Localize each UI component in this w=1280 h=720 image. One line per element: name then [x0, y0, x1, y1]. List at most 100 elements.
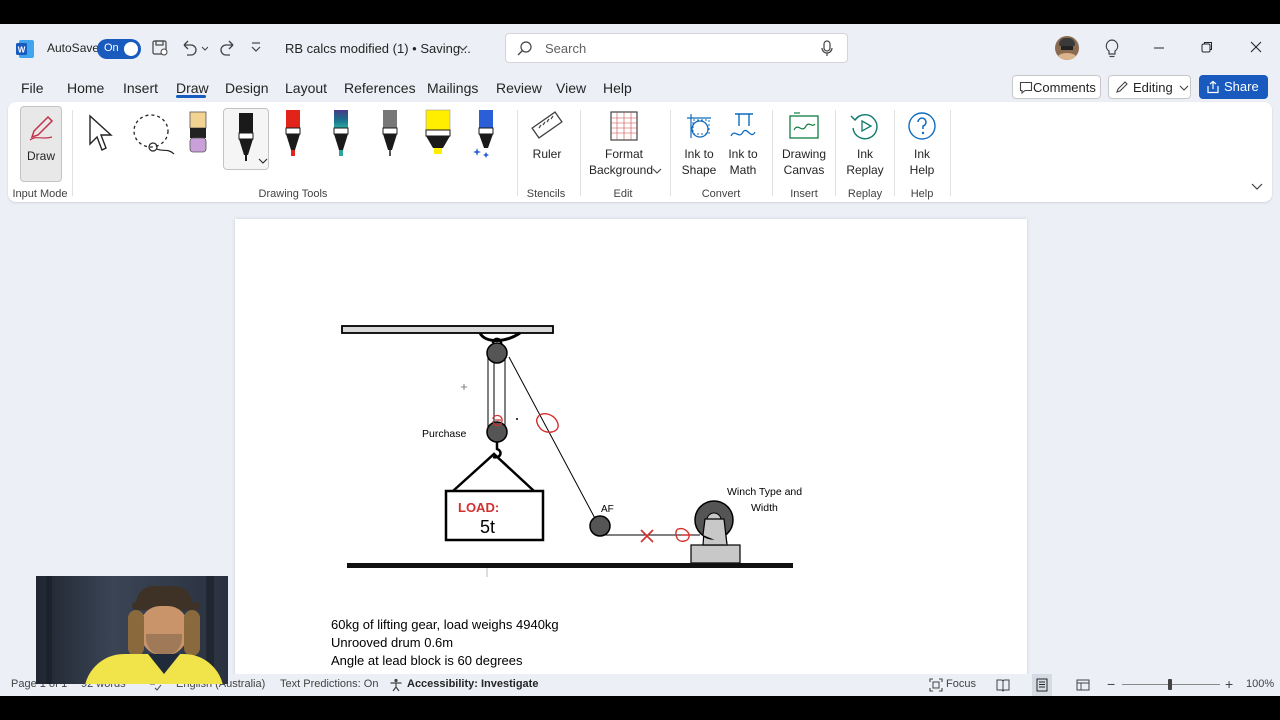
- load-label: LOAD:: [458, 500, 499, 515]
- highlighter-yellow-icon[interactable]: [423, 108, 453, 160]
- tab-layout[interactable]: Layout: [285, 80, 327, 96]
- tab-review[interactable]: Review: [496, 80, 542, 96]
- drawing-canvas-button[interactable]: Drawing Canvas: [778, 106, 830, 182]
- customize-toolbar-icon[interactable]: [250, 41, 262, 55]
- avatar[interactable]: [1055, 36, 1079, 60]
- lasso-select-icon[interactable]: [130, 112, 178, 158]
- read-mode-icon[interactable]: [996, 678, 1010, 692]
- pen-black-selected[interactable]: [223, 108, 269, 170]
- save-icon[interactable]: [151, 39, 169, 57]
- sling: [452, 452, 535, 492]
- draw-mode-button[interactable]: Draw: [20, 106, 62, 182]
- title-bar: W AutoSave On RB calcs modified (1) • Sa…: [0, 24, 1280, 72]
- eraser-pen-icon[interactable]: [186, 110, 210, 158]
- ruler-button[interactable]: Ruler: [524, 106, 570, 182]
- close-icon[interactable]: [1249, 40, 1263, 54]
- undo-icon[interactable]: [180, 39, 208, 57]
- ink-to-math-button[interactable]: Ink to Math: [722, 106, 764, 182]
- focus-icon[interactable]: [929, 678, 943, 692]
- chevron-down-icon: [258, 158, 268, 164]
- tab-view[interactable]: View: [556, 80, 586, 96]
- microphone-icon[interactable]: [820, 40, 834, 58]
- document-text-line[interactable]: Unrooved drum 0.6m: [331, 635, 453, 650]
- word-icon[interactable]: W: [16, 40, 34, 58]
- ribbon-collapse-icon[interactable]: [1251, 182, 1263, 192]
- ink-replay-button[interactable]: Ink Replay: [841, 106, 889, 182]
- tab-insert[interactable]: Insert: [123, 80, 158, 96]
- zoom-level[interactable]: 100%: [1246, 678, 1274, 690]
- pen-galaxy-icon[interactable]: [328, 108, 354, 160]
- ground-line: [347, 563, 793, 568]
- webcam-overlay: [36, 576, 228, 684]
- editing-mode-button[interactable]: Editing: [1108, 75, 1191, 99]
- svg-text:W: W: [18, 46, 26, 55]
- ink-to-shape-icon: [687, 114, 711, 138]
- pen-blue-glitter-icon[interactable]: [471, 108, 501, 160]
- share-icon: [1207, 80, 1219, 94]
- tab-references[interactable]: References: [344, 80, 416, 96]
- active-tab-indicator: [176, 95, 206, 98]
- document-title[interactable]: RB calcs modified (1) • Saving...: [285, 41, 471, 56]
- restore-icon[interactable]: [1200, 40, 1214, 54]
- draw-ribbon: Draw Input Mode Drawing Tools Ruler Sten…: [8, 102, 1272, 202]
- group-label-stencils: Stencils: [526, 188, 566, 200]
- chevron-down-icon: [652, 168, 662, 174]
- zoom-slider-thumb[interactable]: [1168, 679, 1172, 690]
- tab-help[interactable]: Help: [603, 80, 632, 96]
- accessibility-icon[interactable]: [389, 678, 403, 692]
- winch-label-line2: Width: [751, 502, 778, 514]
- search-placeholder: Search: [545, 41, 587, 56]
- document-page[interactable]: Purchase LOAD: 5t AF Winch Type and Widt…: [235, 219, 1027, 696]
- print-layout-view[interactable]: [1032, 674, 1052, 696]
- help-icon: [908, 112, 936, 140]
- group-label-convert: Convert: [701, 188, 741, 200]
- ink-to-math-icon: [730, 113, 756, 137]
- ruler-icon: [531, 111, 563, 139]
- share-button[interactable]: Share: [1199, 75, 1268, 99]
- document-text-line[interactable]: 60kg of lifting gear, load weighs 4940kg: [331, 617, 559, 632]
- purchase-label: Purchase: [422, 428, 467, 440]
- minimize-icon[interactable]: [1152, 41, 1166, 55]
- focus-label[interactable]: Focus: [946, 678, 976, 690]
- group-label-input-mode: Input Mode: [12, 188, 68, 200]
- search-icon: [517, 41, 532, 56]
- zoom-out-icon[interactable]: −: [1107, 676, 1115, 692]
- accessibility-status[interactable]: Accessibility: Investigate: [407, 678, 538, 690]
- drawing-canvas-icon: [789, 112, 819, 139]
- af-label: AF: [601, 504, 614, 515]
- winch-label-line1: Winch Type and: [727, 486, 802, 498]
- select-arrow-icon[interactable]: [86, 114, 116, 154]
- chevron-down-icon[interactable]: [457, 43, 469, 53]
- print-layout-icon: [1036, 678, 1048, 692]
- pen-red-icon[interactable]: [280, 108, 306, 160]
- comment-icon: [1019, 81, 1033, 95]
- group-label-insert: Insert: [790, 188, 818, 200]
- tab-design[interactable]: Design: [225, 80, 269, 96]
- comments-button[interactable]: Comments: [1012, 75, 1101, 99]
- document-text-line[interactable]: Angle at lead block is 60 degrees: [331, 653, 523, 668]
- zoom-in-icon[interactable]: +: [1225, 676, 1233, 692]
- tab-home[interactable]: Home: [67, 80, 104, 96]
- overhead-beam: [341, 325, 554, 334]
- pencil-gray-icon[interactable]: [377, 108, 403, 160]
- ink-to-shape-button[interactable]: Ink to Shape: [678, 106, 720, 182]
- web-layout-icon[interactable]: [1076, 678, 1090, 692]
- chevron-down-icon: [1179, 85, 1189, 91]
- format-background-button[interactable]: Format Background: [586, 106, 662, 182]
- format-background-icon: [610, 111, 638, 141]
- ink-help-button[interactable]: Ink Help: [900, 106, 944, 182]
- search-box[interactable]: Search: [505, 33, 848, 63]
- ink-annotation-cross: [640, 529, 654, 543]
- autosave-toggle[interactable]: On: [97, 39, 141, 59]
- text-predictions-status[interactable]: Text Predictions: On: [280, 678, 378, 690]
- top-block: [486, 342, 508, 364]
- group-label-drawing-tools: Drawing Tools: [258, 188, 328, 200]
- load-value: 5t: [480, 517, 495, 537]
- tab-file[interactable]: File: [21, 80, 44, 96]
- lightbulb-icon[interactable]: [1104, 39, 1120, 59]
- tab-mailings[interactable]: Mailings: [427, 80, 478, 96]
- tab-draw[interactable]: Draw: [176, 80, 209, 96]
- replay-icon: [850, 114, 878, 140]
- redo-icon[interactable]: [219, 39, 237, 57]
- pen-draw-icon: [29, 115, 54, 141]
